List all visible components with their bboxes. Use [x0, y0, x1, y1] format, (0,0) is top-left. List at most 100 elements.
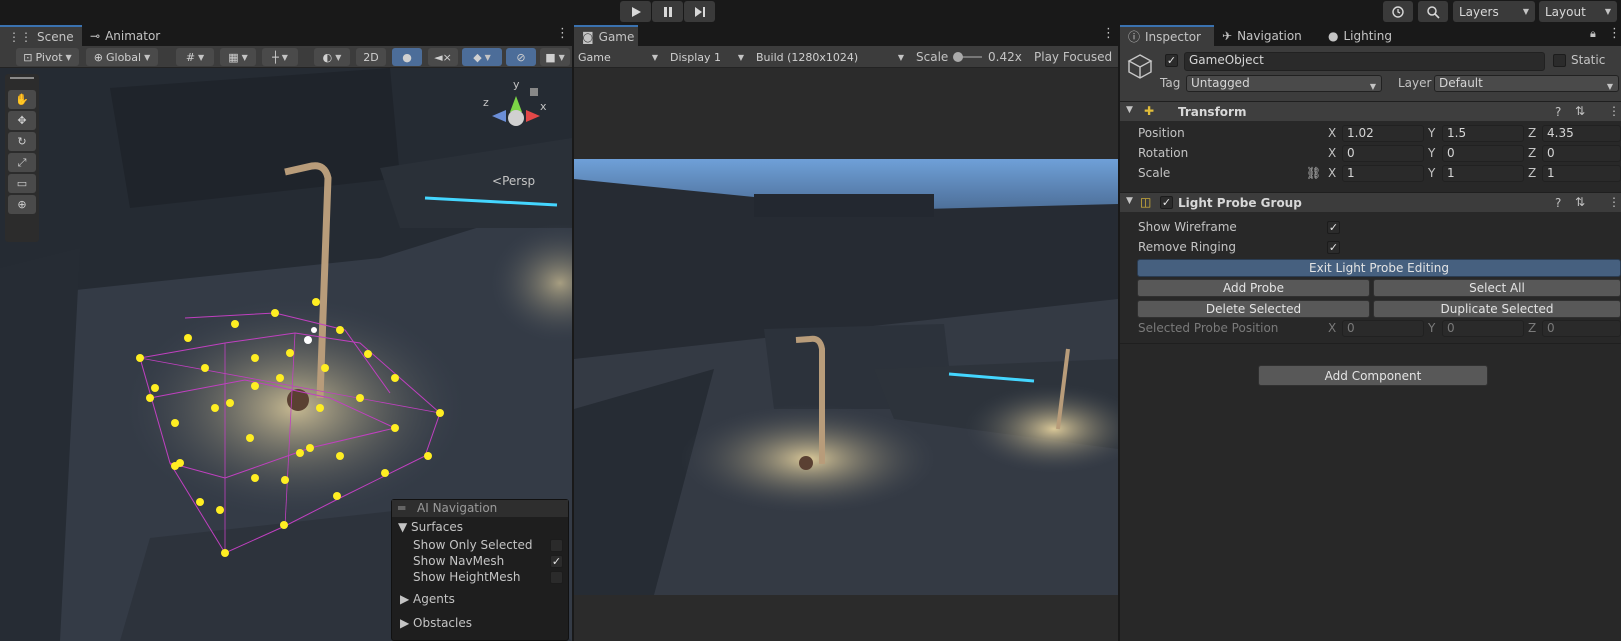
animator-icon: ⊸ — [90, 28, 101, 43]
scale-slider-knob[interactable] — [953, 52, 964, 62]
checkmark-icon: ✓ — [1328, 241, 1339, 254]
layer-dropdown[interactable]: Default ▼ — [1434, 75, 1619, 92]
hand-tool[interactable]: ✋ — [8, 90, 36, 109]
preset-icon[interactable]: ⇅ — [1575, 195, 1585, 209]
tab-inspector[interactable]: ⓘ Inspector — [1120, 25, 1214, 46]
layers-dropdown[interactable]: Layers ▼ — [1453, 1, 1535, 22]
effects-dropdown[interactable]: ◆ ▼ — [462, 48, 502, 66]
transform-header[interactable]: ▼ ✚ Transform ? ⇅ ⋮ — [1120, 101, 1621, 121]
visibility-toggle[interactable]: ⊘ — [506, 48, 536, 66]
scale-z-field[interactable]: 1 — [1542, 165, 1621, 182]
show-navmesh-checkbox[interactable]: ✓ — [550, 555, 563, 568]
ai-navigation-header[interactable]: ═ AI Navigation — [392, 500, 568, 517]
position-z-field[interactable]: 4.35 — [1542, 125, 1621, 142]
rotation-z-field[interactable]: 0 — [1542, 145, 1621, 162]
selected-probe-position-label: Selected Probe Position — [1138, 321, 1279, 335]
axis-y-label: Y — [1428, 166, 1436, 180]
projection-toggle[interactable]: <Persp — [492, 174, 535, 188]
view-dropdown[interactable]: Game ▼ — [574, 48, 662, 66]
inspector-menu-icon[interactable]: ⋮ — [1608, 27, 1621, 41]
scene-menu-icon[interactable]: ⋮ — [556, 27, 569, 41]
ruler-icon: ┼ — [272, 50, 279, 64]
agents-label: Agents — [413, 592, 455, 606]
position-y-field[interactable]: 1.5 — [1442, 125, 1524, 142]
active-checkbox[interactable]: ✓ — [1165, 54, 1178, 67]
add-component-button[interactable]: Add Component — [1258, 365, 1488, 386]
delete-selected-button[interactable]: Delete Selected — [1137, 300, 1370, 318]
mode-2d-toggle[interactable]: 2D — [356, 48, 386, 66]
drag-handle[interactable] — [10, 77, 34, 79]
position-x-field[interactable]: 1.02 — [1342, 125, 1424, 142]
component-menu-icon[interactable]: ⋮ — [1608, 104, 1620, 118]
exit-light-probe-editing-button[interactable]: Exit Light Probe Editing — [1137, 259, 1621, 277]
link-icon[interactable]: ⛓ — [1306, 166, 1321, 180]
duplicate-selected-button[interactable]: Duplicate Selected — [1373, 300, 1621, 318]
game-menu-icon[interactable]: ⋮ — [1102, 27, 1115, 41]
increment-snap-dropdown[interactable]: ┼ ▼ — [262, 48, 298, 66]
help-icon[interactable]: ? — [1555, 105, 1561, 119]
effects-icon: ◆ — [473, 50, 482, 64]
chevron-right-icon: ▶ — [400, 592, 414, 606]
light-probe-group-header[interactable]: ▼ ◫ ✓ Light Probe Group ? ⇅ ⋮ — [1120, 192, 1621, 212]
component-menu-icon[interactable]: ⋮ — [1608, 195, 1620, 209]
pause-button[interactable] — [652, 1, 683, 22]
remove-ringing-checkbox[interactable]: ✓ — [1327, 241, 1340, 254]
orientation-gizmo[interactable]: y x z <Persp — [480, 78, 570, 198]
help-icon[interactable]: ? — [1555, 196, 1561, 210]
tab-animator[interactable]: ⊸ Animator — [82, 25, 182, 46]
show-only-selected-checkbox[interactable] — [550, 539, 563, 552]
show-wireframe-checkbox[interactable]: ✓ — [1327, 221, 1340, 234]
light-probe-enabled-checkbox[interactable]: ✓ — [1160, 196, 1173, 209]
grid-toggle-dropdown[interactable]: ▦ ▼ — [220, 48, 256, 66]
shading-mode-dropdown[interactable]: ◐ ▼ — [314, 48, 350, 66]
chevron-down-icon: ▼ — [1369, 82, 1376, 91]
resolution-dropdown[interactable]: Build (1280x1024) ▼ — [752, 48, 908, 66]
checkmark-icon: ✓ — [551, 555, 562, 568]
agents-foldout[interactable]: ▶ Agents — [400, 592, 455, 606]
rotation-y-field[interactable]: 0 — [1442, 145, 1524, 162]
scale-y-field[interactable]: 1 — [1442, 165, 1524, 182]
move-tool[interactable]: ✥ — [8, 111, 36, 130]
history-button[interactable] — [1383, 1, 1413, 22]
scale-label: Scale — [916, 50, 949, 64]
select-all-button[interactable]: Select All — [1373, 279, 1621, 297]
lock-icon[interactable]: 🔒︎ — [1590, 27, 1596, 41]
search-button[interactable] — [1418, 1, 1448, 22]
display-dropdown[interactable]: Display 1 ▼ — [666, 48, 748, 66]
tag-dropdown[interactable]: Untagged ▼ — [1186, 75, 1382, 92]
scale-tool[interactable]: ⤢ — [8, 153, 36, 172]
tab-navigation[interactable]: ✈ Navigation — [1214, 25, 1320, 46]
pivot-dropdown[interactable]: ⊡ Pivot ▼ — [16, 48, 79, 66]
search-icon — [1427, 5, 1440, 19]
global-dropdown[interactable]: ⊕ Global ▼ — [86, 48, 158, 66]
play-focused-dropdown[interactable]: Play Focused — [1034, 50, 1112, 64]
scale-slider[interactable] — [953, 52, 982, 62]
show-heightmesh-checkbox[interactable] — [550, 571, 563, 584]
lighting-toggle[interactable]: ● — [392, 48, 422, 66]
play-button[interactable] — [620, 1, 651, 22]
preset-icon[interactable]: ⇅ — [1575, 104, 1585, 118]
transform-tool[interactable]: ⊕ — [8, 195, 36, 214]
scale-x-field[interactable]: 1 — [1342, 165, 1424, 182]
surfaces-foldout[interactable]: ▼ Surfaces — [398, 520, 463, 534]
cube-icon — [1127, 54, 1153, 79]
tab-game[interactable]: ◙ Game — [574, 25, 638, 46]
layout-dropdown[interactable]: Layout ▼ — [1539, 1, 1617, 22]
step-button[interactable] — [684, 1, 715, 22]
static-checkbox[interactable] — [1553, 54, 1566, 67]
divider — [1120, 343, 1621, 344]
audio-toggle[interactable]: ◄× — [428, 48, 458, 66]
rect-tool[interactable]: ▭ — [8, 174, 36, 193]
game-viewport[interactable] — [574, 68, 1118, 641]
add-probe-button[interactable]: Add Probe — [1137, 279, 1370, 297]
tab-scene[interactable]: ⋮⋮ Scene — [0, 25, 82, 46]
info-icon: ⓘ — [1128, 30, 1141, 44]
rotation-x-field[interactable]: 0 — [1342, 145, 1424, 162]
grid-snap-dropdown[interactable]: # ▼ — [176, 48, 214, 66]
obstacles-foldout[interactable]: ▶ Obstacles — [400, 616, 472, 630]
rotate-tool[interactable]: ↻ — [8, 132, 36, 151]
tab-lighting[interactable]: ● Lighting — [1320, 25, 1410, 46]
camera-dropdown[interactable]: ■ ▼ — [540, 48, 570, 66]
chevron-down-icon: ▼ — [281, 52, 288, 62]
object-name-field[interactable]: GameObject — [1184, 52, 1545, 71]
